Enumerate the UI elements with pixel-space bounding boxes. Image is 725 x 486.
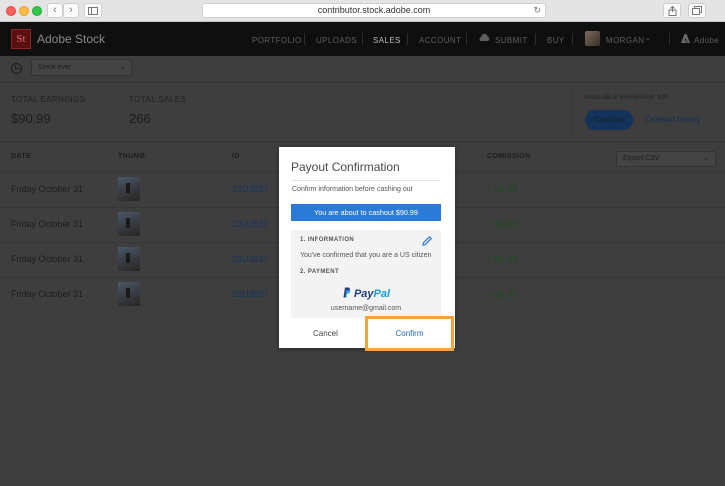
modal-details-box: 1. INFORMATION You've confirmed that you… — [291, 230, 441, 318]
paypal-pal-text: Pal — [373, 288, 391, 300]
share-button[interactable] — [663, 3, 681, 18]
total-sales-label: TOTAL SALES — [129, 95, 187, 104]
row-commission: + $6,99 — [487, 289, 518, 299]
row-thumbnail[interactable] — [118, 212, 140, 236]
modal-title: Payout Confirmation — [291, 160, 400, 174]
adobe-label[interactable]: Adobe — [694, 36, 719, 45]
adobe-logo-icon — [681, 34, 690, 43]
browser-toolbar: ‹ › contributor.stock.adobe.com ↻ — [0, 0, 725, 22]
maximize-window-button[interactable] — [32, 6, 42, 16]
url-text: contributor.stock.adobe.com — [317, 5, 431, 15]
row-commission: + $6,99 — [487, 184, 518, 194]
column-commission: COMISSION — [487, 153, 531, 160]
period-select-value: Since ever — [38, 64, 72, 71]
row-thumbnail[interactable] — [118, 177, 140, 201]
paypal-email: username@gmail.com — [330, 305, 402, 312]
nav-buy[interactable]: BUY — [547, 36, 565, 45]
pencil-icon[interactable] — [421, 235, 433, 247]
nav-divider — [407, 33, 408, 45]
chevron-left-icon: ‹ — [53, 4, 57, 16]
cloud-upload-icon — [479, 33, 490, 41]
row-thumbnail[interactable] — [118, 282, 140, 306]
row-date: Friday October 31 — [11, 184, 84, 194]
payment-section-title: 2. PAYMENT — [300, 269, 340, 275]
row-id-link[interactable]: 23U3837 — [232, 254, 269, 264]
modal-subtitle: Confirm information before cashing out — [292, 186, 413, 193]
total-earnings-value: $90.99 — [11, 111, 51, 126]
adobe-stock-logo[interactable]: St — [11, 29, 31, 49]
row-commission: + $6,99 — [487, 254, 518, 264]
row-id-link[interactable]: 23U3837 — [232, 184, 269, 194]
stats-panel: TOTAL EARNINGS $90.99 TOTAL SALES 266 AV… — [0, 82, 725, 142]
period-select[interactable]: Since ever ⌄ — [31, 59, 132, 76]
row-date: Friday October 31 — [11, 254, 84, 264]
column-id: ID — [232, 153, 240, 160]
sidebar-icon — [88, 7, 98, 15]
brand-name[interactable]: Adobe Stock — [37, 32, 105, 46]
nav-sales[interactable]: SALES — [373, 36, 401, 45]
close-window-button[interactable] — [6, 6, 16, 16]
chevron-right-icon: › — [69, 4, 73, 16]
nav-divider — [572, 33, 573, 45]
nav-divider — [362, 33, 363, 45]
tabs-overview-button[interactable] — [688, 3, 706, 18]
nav-portfolio[interactable]: PORTFOLIO — [252, 36, 302, 45]
export-csv-label: Export CSV — [623, 155, 660, 162]
modal-divider — [291, 180, 441, 181]
chevron-down-icon[interactable]: ⌄ — [645, 34, 651, 42]
row-id-link[interactable]: 23U3837 — [232, 289, 269, 299]
paypal-logo: PayPal — [291, 287, 441, 300]
confirm-highlight: Confirm — [365, 316, 454, 351]
chevron-down-icon: ⌄ — [703, 155, 709, 162]
nav-account[interactable]: ACCOUNT — [419, 36, 461, 45]
available-earnings-label: AVAILABLE EARNINGS: $90 — [584, 95, 669, 101]
chevron-down-icon: ⌄ — [120, 64, 126, 71]
nav-divider — [535, 33, 536, 45]
nav-uploads[interactable]: UPLOADS — [316, 36, 357, 45]
nav-divider — [669, 33, 670, 45]
stats-divider — [572, 91, 573, 136]
nav-submit[interactable]: SUBMIT — [495, 36, 528, 45]
row-id-link[interactable]: 23U3837 — [232, 219, 269, 229]
address-bar[interactable]: contributor.stock.adobe.com ↻ — [202, 3, 546, 18]
row-date: Friday October 31 — [11, 289, 84, 299]
total-sales-value: 266 — [129, 111, 151, 126]
column-thumb: THUMB — [118, 153, 146, 160]
clock-icon — [11, 63, 22, 74]
sidebar-toggle-button[interactable] — [84, 3, 102, 18]
confirm-button[interactable]: Confirm — [368, 329, 451, 338]
user-name[interactable]: MORGAN — [606, 36, 644, 45]
total-earnings-label: TOTAL EARNINGS — [11, 95, 86, 104]
forward-button[interactable]: › — [63, 3, 79, 18]
export-csv-select[interactable]: Export CSV ⌄ — [616, 151, 716, 167]
back-button[interactable]: ‹ — [47, 3, 63, 18]
avatar[interactable] — [585, 31, 600, 46]
app-header: St Adobe Stock PORTFOLIO UPLOADS SALES A… — [0, 22, 725, 56]
tabs-icon — [692, 6, 702, 15]
information-section-title: 1. INFORMATION — [300, 237, 355, 243]
share-icon — [668, 5, 676, 16]
row-commission: + $6,99 — [487, 219, 518, 229]
filter-bar: Since ever ⌄ — [0, 56, 725, 82]
paypal-pay-text: Pay — [353, 288, 374, 300]
row-date: Friday October 31 — [11, 219, 84, 229]
minimize-window-button[interactable] — [19, 6, 29, 16]
reload-icon[interactable]: ↻ — [533, 4, 541, 17]
cashout-button[interactable]: Cashout — [585, 110, 633, 130]
nav-divider — [466, 33, 467, 45]
row-thumbnail[interactable] — [118, 247, 140, 271]
paypal-icon — [343, 287, 351, 298]
citizen-confirmation-text: You've confirmed that you are a US citiz… — [300, 252, 432, 259]
column-date: DATE — [11, 153, 32, 160]
cashout-amount-banner: You are about to cashout $90.99 — [291, 204, 441, 221]
cancel-button[interactable]: Cancel — [313, 329, 338, 338]
cashout-history-link[interactable]: Cashout history — [645, 110, 701, 130]
nav-divider — [304, 33, 305, 45]
